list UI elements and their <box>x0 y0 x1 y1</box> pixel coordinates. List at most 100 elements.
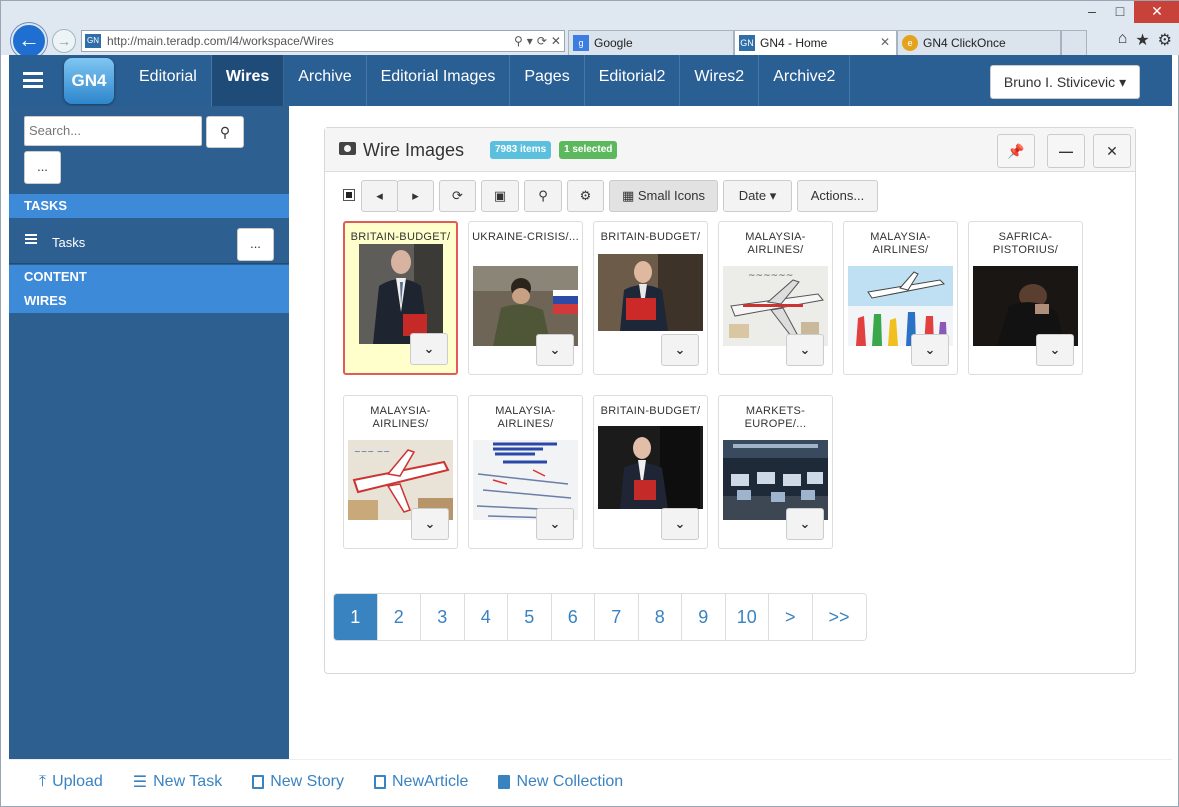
item-menu-button[interactable]: ⌄ <box>911 334 949 366</box>
wire-item[interactable]: MARKETS-EUROPE/... ⌄ <box>718 395 833 549</box>
page-link[interactable]: 7 <box>595 594 639 640</box>
item-thumbnail[interactable] <box>598 426 703 509</box>
items-count-badge: 7983 items <box>490 141 552 159</box>
page-link[interactable]: 10 <box>725 594 769 640</box>
address-tools-icons[interactable]: ⚲▾⟳✕ <box>514 34 564 48</box>
wire-item[interactable]: MALAYSIA-AIRLINES/ ⌄ <box>468 395 583 549</box>
actions-button[interactable]: Actions... <box>797 180 878 212</box>
item-caption: BRITAIN-BUDGET/ <box>350 231 451 243</box>
tab-gn4-home[interactable]: GN GN4 - Home ✕ <box>734 30 897 55</box>
next-button[interactable]: ▸ <box>397 180 434 212</box>
item-menu-button[interactable]: ⌄ <box>786 508 824 540</box>
back-button[interactable]: ← <box>11 23 47 59</box>
upload-link[interactable]: ⤒ Upload <box>39 773 103 791</box>
chevron-down-icon: ⌄ <box>424 516 436 531</box>
save-button[interactable]: ▣ <box>481 180 519 212</box>
previous-button[interactable]: ◂ <box>361 180 398 212</box>
close-panel-button[interactable]: ✕ <box>1093 134 1131 168</box>
tab-google[interactable]: g Google <box>568 30 734 55</box>
arrow-left-icon: ← <box>18 27 40 52</box>
minimize-button[interactable]: – <box>1078 1 1106 23</box>
wire-item[interactable]: MALAYSIA-AIRLINES/ ~~~ ~~ ⌄ <box>343 395 458 549</box>
new-article-link[interactable]: NewArticle <box>373 773 468 791</box>
search-input[interactable]: Search... <box>24 116 202 146</box>
item-menu-button[interactable]: ⌄ <box>786 334 824 366</box>
refresh-icon: ⟳ <box>452 188 463 203</box>
wires-section-header[interactable]: WIRES <box>9 289 289 313</box>
nav-archive[interactable]: Archive <box>284 55 367 106</box>
page-link[interactable]: 4 <box>464 594 508 640</box>
tab-label: GN4 - Home <box>760 36 828 50</box>
item-menu-button[interactable]: ⌄ <box>1036 334 1074 366</box>
minus-icon: — <box>1059 143 1073 159</box>
settings-gear-icon[interactable]: ⚙ <box>1158 30 1172 50</box>
wire-item[interactable]: MALAYSIA-AIRLINES/ ~~~~~~ ⌄ <box>718 221 833 375</box>
wire-item[interactable]: BRITAIN-BUDGET/ ⌄ <box>343 221 458 375</box>
page-link[interactable]: 8 <box>638 594 682 640</box>
favorites-star-icon[interactable]: ★ <box>1135 30 1149 50</box>
pin-button[interactable]: 📌 <box>997 134 1035 168</box>
nav-editorial-images[interactable]: Editorial Images <box>367 55 511 106</box>
sidebar-item-tasks[interactable]: Tasks ... <box>9 220 289 264</box>
view-mode-button[interactable]: ▦ Small Icons <box>609 180 718 212</box>
item-menu-button[interactable]: ⌄ <box>536 334 574 366</box>
wire-item[interactable]: MALAYSIA-AIRLINES/ ⌄ <box>843 221 958 375</box>
address-url[interactable]: http://main.teradp.com/l4/workspace/Wire… <box>107 34 514 48</box>
minimize-panel-button[interactable]: — <box>1047 134 1085 168</box>
address-bar[interactable]: GN http://main.teradp.com/l4/workspace/W… <box>81 30 565 52</box>
maximize-button[interactable]: □ <box>1106 1 1134 23</box>
sort-dropdown[interactable]: Date ▾ <box>723 180 792 212</box>
hamburger-menu-icon[interactable] <box>23 72 43 88</box>
nav-editorial2[interactable]: Editorial2 <box>585 55 681 106</box>
select-all-checkbox[interactable] <box>343 189 355 201</box>
window-controls: – □ ✕ <box>1078 1 1179 23</box>
close-tab-icon[interactable]: ✕ <box>880 35 890 49</box>
sidebar: Search... ⚲ ... TASKS Tasks ... CONTENT … <box>9 106 289 759</box>
item-thumbnail[interactable] <box>359 244 443 344</box>
item-thumbnail[interactable] <box>598 254 703 334</box>
close-window-button[interactable]: ✕ <box>1134 1 1179 23</box>
last-page-link[interactable]: >> <box>812 594 866 640</box>
next-page-link[interactable]: > <box>769 594 813 640</box>
wire-item[interactable]: UKRAINE-CRISIS/... ⌄ <box>468 221 583 375</box>
nav-wires2[interactable]: Wires2 <box>680 55 760 106</box>
wire-item[interactable]: BRITAIN-BUDGET/ ⌄ <box>593 221 708 375</box>
new-collection-link[interactable]: New Collection <box>498 773 623 791</box>
nav-archive2[interactable]: Archive2 <box>759 55 851 106</box>
page-link[interactable]: 2 <box>377 594 421 640</box>
page-link[interactable]: 6 <box>551 594 595 640</box>
page-link[interactable]: 3 <box>421 594 465 640</box>
tasks-more-button[interactable]: ... <box>237 228 274 261</box>
page-link[interactable]: 5 <box>508 594 552 640</box>
caret-down-icon: ▾ <box>1119 74 1127 90</box>
new-task-link[interactable]: ☰ New Task <box>133 772 222 792</box>
item-caption: MALAYSIA-AIRLINES/ <box>370 405 431 430</box>
settings-button[interactable]: ⚙ <box>567 180 604 212</box>
tasks-section-header[interactable]: TASKS <box>9 194 289 218</box>
user-menu-button[interactable]: Bruno I. Stivicevic ▾ <box>990 65 1140 99</box>
item-menu-button[interactable]: ⌄ <box>661 508 699 540</box>
search-button[interactable]: ⚲ <box>206 116 244 148</box>
new-story-link[interactable]: New Story <box>252 773 344 791</box>
page-link[interactable]: 9 <box>682 594 726 640</box>
item-menu-button[interactable]: ⌄ <box>661 334 699 366</box>
nav-pages[interactable]: Pages <box>510 55 585 106</box>
gn4-logo[interactable]: GN4 <box>64 58 114 104</box>
page-link[interactable]: 1 <box>334 594 378 640</box>
nav-editorial[interactable]: Editorial <box>125 55 212 106</box>
content-section-header[interactable]: CONTENT <box>9 265 289 289</box>
arrow-circle-left-icon: ◂ <box>376 188 383 203</box>
new-tab-button[interactable] <box>1061 30 1087 55</box>
item-menu-button[interactable]: ⌄ <box>536 508 574 540</box>
nav-wires[interactable]: Wires <box>211 55 285 106</box>
sidebar-more-button[interactable]: ... <box>24 151 61 184</box>
item-menu-button[interactable]: ⌄ <box>410 333 448 365</box>
tab-gn4-clickonce[interactable]: e GN4 ClickOnce <box>897 30 1061 55</box>
item-menu-button[interactable]: ⌄ <box>411 508 449 540</box>
refresh-button[interactable]: ⟳ <box>439 180 476 212</box>
forward-button[interactable]: → <box>52 29 76 53</box>
home-icon[interactable]: ⌂ <box>1118 30 1128 50</box>
wire-item[interactable]: BRITAIN-BUDGET/ ⌄ <box>593 395 708 549</box>
wire-item[interactable]: SAFRICA-PISTORIUS/ ⌄ <box>968 221 1083 375</box>
zoom-button[interactable]: ⚲ <box>524 180 562 212</box>
